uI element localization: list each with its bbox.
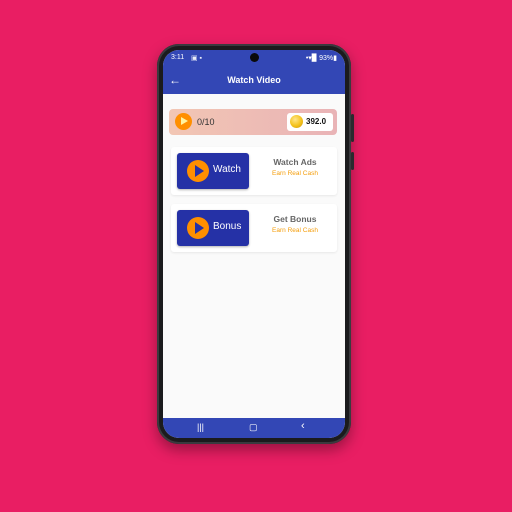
volume-button: [351, 114, 354, 142]
back-icon[interactable]: ‹: [301, 420, 305, 432]
coin-value: 392.0: [306, 117, 327, 126]
watch-ads-info: Watch Ads Earn Real Cash: [257, 157, 333, 177]
video-progress: 0/10: [197, 117, 215, 127]
play-icon: [187, 160, 209, 182]
play-icon: [175, 113, 192, 130]
card-subtitle: Earn Real Cash: [272, 227, 318, 234]
get-bonus-info: Get Bonus Earn Real Cash: [257, 214, 333, 234]
card-subtitle: Earn Real Cash: [272, 170, 318, 177]
play-icon: [187, 217, 209, 239]
power-button: [351, 152, 354, 170]
status-time: 3:11: [171, 54, 185, 61]
watch-button-label: Watch: [213, 164, 241, 175]
home-icon[interactable]: ▢: [249, 422, 258, 433]
battery-status: •▾▉ 93%▮: [305, 55, 337, 62]
page-title: Watch Video: [227, 75, 281, 85]
watch-ads-card: Watch Watch Ads Earn Real Cash: [171, 147, 337, 195]
coin-icon: [290, 115, 303, 128]
recents-icon[interactable]: |||: [197, 422, 204, 432]
bonus-button[interactable]: Bonus: [177, 210, 249, 246]
card-title: Watch Ads: [273, 157, 317, 167]
watch-button[interactable]: Watch: [177, 153, 249, 189]
app-bar: ← Watch Video: [163, 68, 345, 94]
get-bonus-card: Bonus Get Bonus Earn Real Cash: [171, 204, 337, 252]
phone-frame: 3:11 ▣ ▪ •▾▉ 93%▮ ← Watch Video 0/10 392…: [157, 44, 354, 444]
system-nav-bar: ||| ▢ ‹: [163, 418, 345, 438]
coin-balance: 392.0: [287, 113, 333, 131]
notification-icons: ▣ ▪: [191, 55, 203, 62]
progress-card: 0/10 392.0: [169, 109, 337, 135]
bonus-button-label: Bonus: [213, 221, 242, 232]
phone-screen: 3:11 ▣ ▪ •▾▉ 93%▮ ← Watch Video 0/10 392…: [163, 50, 345, 438]
front-camera: [250, 53, 259, 62]
card-title: Get Bonus: [273, 214, 317, 224]
